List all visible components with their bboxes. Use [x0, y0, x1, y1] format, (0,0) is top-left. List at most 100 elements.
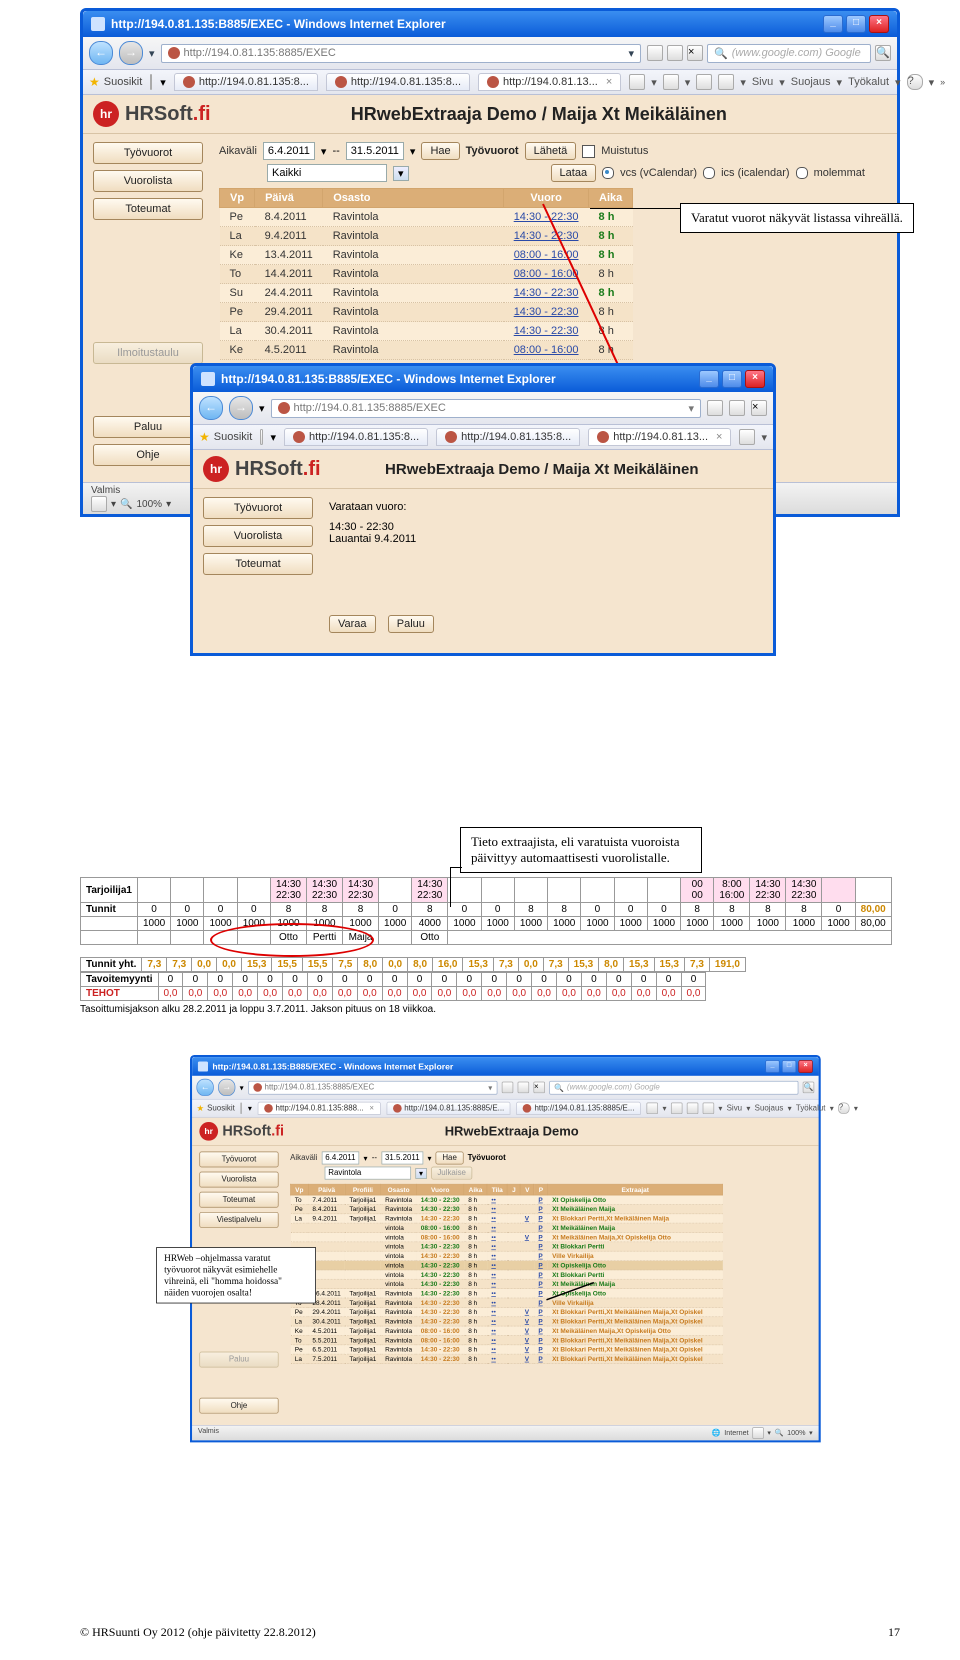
- sidebar-ilmoitustaulu[interactable]: Ilmoitustaulu: [93, 342, 203, 364]
- print-icon[interactable]: [718, 74, 734, 90]
- mail-icon[interactable]: [687, 1103, 699, 1115]
- sidebar-ohje[interactable]: Ohje: [199, 1398, 278, 1414]
- edit-icon[interactable]: ••: [491, 1308, 496, 1315]
- tab-active[interactable]: http://194.0.81.13...×: [588, 428, 731, 446]
- shift-link[interactable]: 14:30 - 22:30: [514, 230, 579, 242]
- refresh-icon[interactable]: [647, 45, 663, 61]
- v-link[interactable]: V: [525, 1308, 529, 1315]
- ics-radio[interactable]: [703, 167, 715, 179]
- back-button[interactable]: ←: [199, 396, 223, 420]
- dropdown-icon[interactable]: ▾: [166, 499, 171, 510]
- close-button[interactable]: ×: [798, 1060, 812, 1073]
- sidebar-vuorolista[interactable]: Vuorolista: [203, 525, 313, 547]
- refresh-icon[interactable]: [707, 400, 723, 416]
- sidebar-tyovuorot[interactable]: Työvuorot: [203, 497, 313, 519]
- forward-button[interactable]: →: [119, 41, 143, 65]
- shift-link[interactable]: 08:00 - 16:00: [514, 268, 579, 280]
- varaa-button[interactable]: Varaa: [329, 615, 376, 633]
- table-row[interactable]: vintola14:30 - 22:308 h••PVille Virkaili…: [290, 1251, 722, 1260]
- edit-icon[interactable]: ••: [491, 1252, 496, 1259]
- close-button[interactable]: ×: [869, 15, 889, 33]
- hae-button[interactable]: Hae: [436, 1151, 463, 1164]
- close-tab-icon[interactable]: ×: [606, 76, 612, 88]
- table-row[interactable]: Pe6.5.2011Tarjoilija1Ravintola14:30 - 22…: [290, 1345, 722, 1354]
- url-input[interactable]: http://194.0.81.135:8885/EXEC▾: [271, 399, 701, 418]
- home-icon[interactable]: [647, 1103, 659, 1115]
- tab-3-active[interactable]: http://194.0.81.13...×: [478, 73, 621, 91]
- dropdown-icon[interactable]: ▾: [410, 145, 416, 158]
- hae-button[interactable]: Hae: [421, 142, 459, 160]
- edit-icon[interactable]: ••: [491, 1355, 496, 1362]
- swap-icon[interactable]: [729, 400, 745, 416]
- edit-icon[interactable]: ••: [491, 1337, 496, 1344]
- shift-link[interactable]: 14:30 - 22:30: [514, 325, 579, 337]
- table-row[interactable]: Ke4.5.2011Ravintola08:00 - 16:008 h: [220, 341, 633, 360]
- tabgrid-icon[interactable]: [241, 1103, 242, 1115]
- sidebar-paluu[interactable]: Paluu: [93, 416, 203, 438]
- dropdown-icon[interactable]: ▾: [321, 145, 327, 158]
- table-row[interactable]: Pe8.4.2011Tarjoilija1Ravintola14:30 - 22…: [290, 1204, 722, 1213]
- favorites-button[interactable]: ★Suosikit: [199, 430, 252, 444]
- muistutus-checkbox[interactable]: [582, 145, 595, 158]
- home-icon[interactable]: [629, 74, 645, 90]
- table-row[interactable]: La30.4.2011Ravintola14:30 - 22:308 h: [220, 322, 633, 341]
- table-row[interactable]: To5.5.2011Tarjoilija1Ravintola08:00 - 16…: [290, 1335, 722, 1344]
- edit-icon[interactable]: ••: [491, 1243, 496, 1250]
- laheta-button[interactable]: Lähetä: [525, 142, 577, 160]
- date-to-input[interactable]: 31.5.2011: [346, 142, 404, 160]
- v-link[interactable]: V: [525, 1234, 529, 1241]
- tab[interactable]: http://194.0.81.135:8...: [436, 428, 580, 446]
- swap-icon[interactable]: [667, 45, 683, 61]
- table-row[interactable]: Pe29.4.2011Tarjoilija1Ravintola14:30 - 2…: [290, 1307, 722, 1316]
- edit-icon[interactable]: ••: [491, 1234, 496, 1241]
- tab-2[interactable]: http://194.0.81.135:8...: [326, 73, 470, 91]
- edit-icon[interactable]: ••: [491, 1327, 496, 1334]
- sidebar-tyovuorot[interactable]: Työvuorot: [93, 142, 203, 164]
- v-link[interactable]: V: [525, 1337, 529, 1344]
- table-row[interactable]: vintola08:00 - 16:008 h••PXt Meikäläinen…: [290, 1223, 722, 1232]
- table-row[interactable]: La30.4.2011Tarjoilija1Ravintola14:30 - 2…: [290, 1317, 722, 1326]
- v-link[interactable]: V: [525, 1215, 529, 1222]
- table-row[interactable]: La9.4.2011Tarjoilija1Ravintola14:30 - 22…: [290, 1214, 722, 1223]
- dropdown-icon[interactable]: ▾: [111, 499, 116, 510]
- table-row[interactable]: vintola08:00 - 16:008 h••VPXt Meikäläine…: [290, 1232, 722, 1241]
- dropdown-icon[interactable]: ▾: [415, 1168, 426, 1179]
- edit-icon[interactable]: ••: [491, 1299, 496, 1306]
- p-link[interactable]: P: [538, 1337, 542, 1344]
- swap-icon[interactable]: [517, 1082, 529, 1094]
- search-input[interactable]: 🔍 (www.google.com) Google: [707, 44, 871, 63]
- p-link[interactable]: P: [538, 1196, 542, 1203]
- p-link[interactable]: P: [538, 1299, 542, 1306]
- search-input[interactable]: 🔍(www.google.com) Google: [549, 1081, 798, 1095]
- p-link[interactable]: P: [538, 1308, 542, 1315]
- url-input[interactable]: http://194.0.81.135:8885/EXEC▾: [248, 1081, 497, 1095]
- back-button[interactable]: ←: [89, 41, 113, 65]
- table-row[interactable]: Pe29.4.2011Ravintola14:30 - 22:308 h: [220, 303, 633, 322]
- print-icon[interactable]: [703, 1103, 715, 1115]
- v-link[interactable]: V: [525, 1355, 529, 1362]
- dept-select[interactable]: Ravintola: [325, 1167, 411, 1180]
- p-link[interactable]: P: [538, 1318, 542, 1325]
- sidebar-toteumat[interactable]: Toteumat: [93, 198, 203, 220]
- sidebar-paluu[interactable]: Paluu: [199, 1352, 278, 1368]
- sidebar-vuorolista[interactable]: Vuorolista: [93, 170, 203, 192]
- edit-icon[interactable]: ••: [491, 1224, 496, 1231]
- table-row[interactable]: vintola14:30 - 22:308 h••PXt Blokkari Pe…: [290, 1242, 722, 1251]
- tab[interactable]: http://194.0.81.135:8...: [284, 428, 428, 446]
- tab-1[interactable]: http://194.0.81.135:8...: [174, 73, 318, 91]
- p-link[interactable]: P: [538, 1290, 542, 1297]
- stop-icon[interactable]: ×: [533, 1082, 545, 1094]
- forward-button[interactable]: →: [218, 1079, 235, 1096]
- table-row[interactable]: Ti26.4.2011Tarjoilija1Ravintola14:30 - 2…: [290, 1289, 722, 1298]
- edit-icon[interactable]: ••: [491, 1196, 496, 1203]
- p-link[interactable]: P: [538, 1252, 542, 1259]
- edit-icon[interactable]: ••: [491, 1290, 496, 1297]
- p-link[interactable]: P: [538, 1243, 542, 1250]
- menu-tyokalut[interactable]: Työkalut: [796, 1104, 825, 1113]
- dropdown-icon[interactable]: ▾: [685, 76, 691, 89]
- minimize-button[interactable]: _: [699, 370, 719, 388]
- edit-icon[interactable]: ••: [491, 1346, 496, 1353]
- stop-icon[interactable]: ×: [751, 400, 767, 416]
- date-from-input[interactable]: 6.4.2011: [322, 1151, 359, 1164]
- back-button[interactable]: ←: [196, 1079, 213, 1096]
